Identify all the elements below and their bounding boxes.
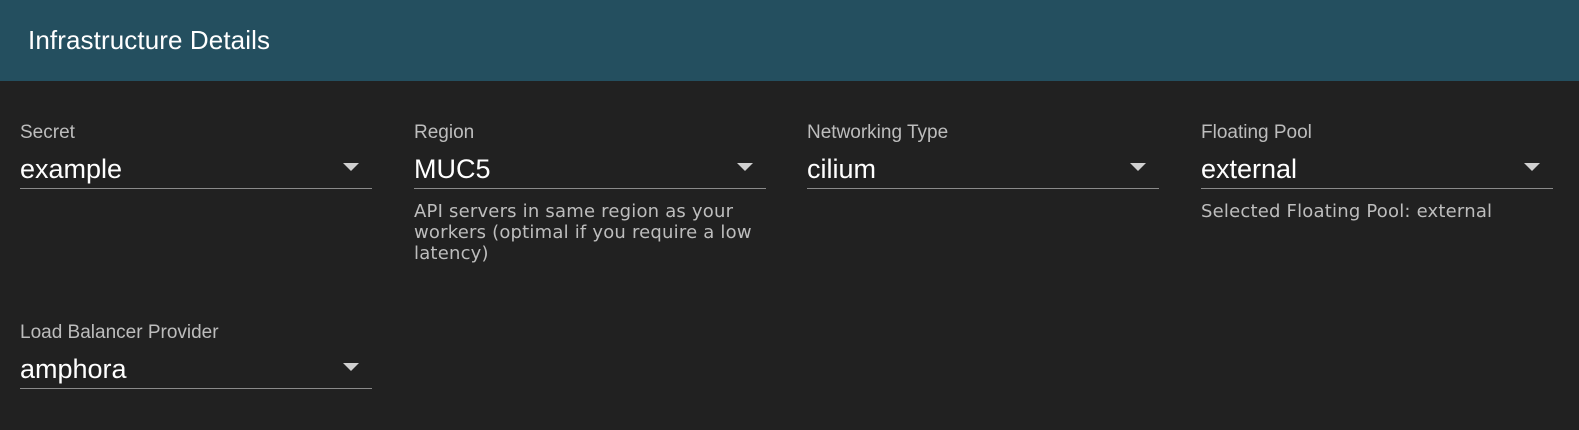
secret-select[interactable]: example bbox=[20, 145, 372, 189]
floating-pool-select[interactable]: external bbox=[1201, 145, 1553, 189]
infrastructure-details-card: Infrastructure Details Secret example Re… bbox=[0, 0, 1579, 430]
load-balancer-provider-select[interactable]: amphora bbox=[20, 345, 372, 389]
dropdown-arrow-icon[interactable] bbox=[737, 163, 753, 171]
secret-value: example bbox=[20, 154, 123, 184]
load-balancer-provider-value: amphora bbox=[20, 354, 127, 384]
floating-pool-field: Floating Pool external Selected Floating… bbox=[1201, 121, 1553, 222]
region-hint: API servers in same region as your worke… bbox=[414, 201, 752, 264]
secret-field: Secret example bbox=[20, 121, 372, 189]
secret-label: Secret bbox=[20, 122, 75, 143]
load-balancer-provider-label: Load Balancer Provider bbox=[20, 322, 219, 343]
floating-pool-value: external bbox=[1201, 154, 1298, 184]
dropdown-arrow-icon[interactable] bbox=[1130, 163, 1146, 171]
floating-pool-label: Floating Pool bbox=[1201, 122, 1312, 143]
card-header: Infrastructure Details bbox=[0, 0, 1579, 81]
floating-pool-hint: Selected Floating Pool: external bbox=[1201, 201, 1493, 222]
dropdown-arrow-icon[interactable] bbox=[343, 363, 359, 371]
dropdown-arrow-icon[interactable] bbox=[1524, 163, 1540, 171]
card-title: Infrastructure Details bbox=[28, 25, 271, 55]
dropdown-arrow-icon[interactable] bbox=[343, 163, 359, 171]
form-content: Secret example Region MUC5 API servers i… bbox=[0, 81, 1579, 430]
networking-type-field: Networking Type cilium bbox=[807, 121, 1159, 189]
region-value: MUC5 bbox=[414, 154, 491, 184]
load-balancer-provider-field: Load Balancer Provider amphora bbox=[20, 321, 372, 389]
region-select[interactable]: MUC5 bbox=[414, 145, 766, 189]
networking-type-select[interactable]: cilium bbox=[807, 145, 1159, 189]
networking-type-value: cilium bbox=[807, 154, 877, 184]
networking-type-label: Networking Type bbox=[807, 122, 949, 143]
region-label: Region bbox=[414, 122, 475, 143]
region-field: Region MUC5 API servers in same region a… bbox=[414, 121, 766, 264]
